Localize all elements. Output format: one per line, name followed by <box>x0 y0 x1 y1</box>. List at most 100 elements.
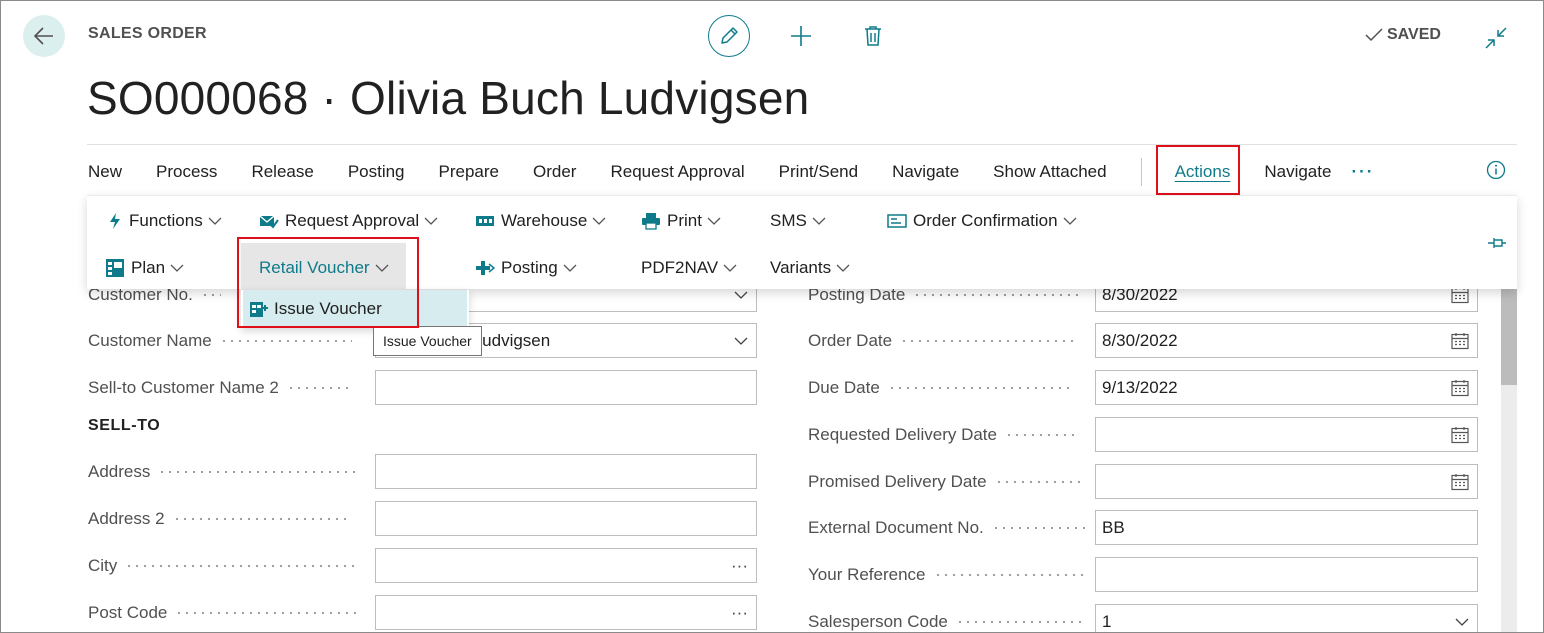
menu-warehouse[interactable]: Warehouse <box>475 211 606 231</box>
chevron-down-icon <box>1063 217 1077 225</box>
page-frame: SALES ORDER SO000068 · Olivia Buch Ludvi… <box>0 0 1544 633</box>
edit-button[interactable] <box>708 15 750 57</box>
chevron-down-icon <box>424 217 438 225</box>
chevron-down-icon <box>592 217 606 225</box>
city-field[interactable]: ··· <box>375 548 757 583</box>
issue-voucher-tooltip: Issue Voucher <box>373 326 482 356</box>
menu-issue-voucher[interactable]: Issue Voucher <box>243 290 467 328</box>
address-label: Address <box>88 462 359 482</box>
menu-sms-label: SMS <box>770 211 807 230</box>
more-actions-button[interactable]: ··· <box>1351 162 1374 182</box>
requested-delivery-date-label: Requested Delivery Date <box>808 425 1077 445</box>
action-order[interactable]: Order <box>533 162 576 182</box>
city-label: City <box>88 556 358 576</box>
action-navigate[interactable]: Navigate <box>892 162 959 182</box>
city-lookup-button[interactable]: ··· <box>731 549 748 582</box>
action-release[interactable]: Release <box>251 162 313 182</box>
retail-voucher-submenu: Issue Voucher <box>241 290 469 328</box>
menu-request-approval-label: Request Approval <box>285 211 420 230</box>
chevron-down-icon <box>734 337 748 345</box>
menu-variants-label: Variants <box>770 258 832 277</box>
chevron-down-icon <box>208 217 222 225</box>
post-code-lookup-button[interactable]: ··· <box>731 596 748 629</box>
chevron-down-icon <box>707 217 721 225</box>
menu-sms[interactable]: SMS <box>770 211 826 231</box>
menu-pdf2nav[interactable]: PDF2NAV <box>641 258 737 278</box>
address-field[interactable] <box>375 454 757 489</box>
external-document-no-field[interactable]: BB <box>1095 510 1478 545</box>
due-date-value: 9/13/2022 <box>1102 377 1178 397</box>
calendar-icon[interactable] <box>1451 379 1469 397</box>
menu-print[interactable]: Print <box>641 211 721 231</box>
header-toolbar <box>708 15 894 57</box>
checkmark-icon <box>1365 28 1383 42</box>
menu-posting[interactable]: Posting <box>475 258 577 278</box>
sell-to-name2-label: Sell-to Customer Name 2 <box>88 378 351 398</box>
page-title: SO000068 · Olivia Buch Ludvigsen <box>87 72 810 124</box>
sell-to-name2-field[interactable] <box>375 370 757 405</box>
menu-print-label: Print <box>667 211 702 230</box>
action-process[interactable]: Process <box>156 162 217 182</box>
menu-variants[interactable]: Variants <box>770 258 850 278</box>
order-date-value: 8/30/2022 <box>1102 330 1178 350</box>
scrollbar-thumb[interactable] <box>1501 289 1517 385</box>
menu-retail-voucher-label: Retail Voucher <box>259 258 370 277</box>
voucher-icon <box>250 302 268 317</box>
delete-button[interactable] <box>852 15 894 57</box>
action-bar: New Process Release Posting Prepare Orde… <box>88 158 1408 186</box>
collapse-button[interactable] <box>1485 27 1507 54</box>
back-button[interactable] <box>23 15 65 57</box>
action-new[interactable]: New <box>88 162 122 182</box>
menu-warehouse-label: Warehouse <box>501 211 588 230</box>
salesperson-code-value: 1 <box>1102 611 1112 631</box>
info-button[interactable] <box>1486 160 1506 185</box>
action-prepare[interactable]: Prepare <box>439 162 499 182</box>
trash-icon <box>865 26 881 46</box>
order-date-field[interactable]: 8/30/2022 <box>1095 323 1478 358</box>
page-caption: SALES ORDER <box>88 25 207 42</box>
document-icon <box>887 214 907 228</box>
chevron-down-icon <box>375 264 389 272</box>
chevron-down-icon <box>170 264 184 272</box>
salesperson-code-field[interactable]: 1 <box>1095 604 1478 632</box>
pin-icon <box>1488 238 1506 248</box>
calendar-icon[interactable] <box>1451 426 1469 444</box>
menu-request-approval[interactable]: Request Approval <box>259 211 438 231</box>
calendar-icon[interactable] <box>1451 473 1469 491</box>
back-arrow-icon <box>33 27 53 45</box>
title-separator <box>87 144 1517 145</box>
lightning-icon <box>110 213 120 229</box>
action-posting[interactable]: Posting <box>348 162 405 182</box>
due-date-field[interactable]: 9/13/2022 <box>1095 370 1478 405</box>
pin-menu-button[interactable] <box>1487 236 1507 255</box>
promised-delivery-date-field[interactable] <box>1095 464 1478 499</box>
menu-order-confirmation[interactable]: Order Confirmation <box>887 211 1077 231</box>
due-date-label: Due Date <box>808 378 1072 398</box>
action-request-approval[interactable]: Request Approval <box>610 162 744 182</box>
printer-icon <box>642 213 660 230</box>
menu-functions[interactable]: Functions <box>107 211 222 231</box>
saved-label: SAVED <box>1387 26 1441 43</box>
salesperson-code-label: Salesperson Code <box>808 612 1084 632</box>
address2-field[interactable] <box>375 501 757 536</box>
your-reference-field[interactable] <box>1095 557 1478 592</box>
your-reference-label: Your Reference <box>808 565 1086 585</box>
post-code-field[interactable]: ··· <box>375 595 757 630</box>
action-navigate-tab[interactable]: Navigate <box>1264 162 1331 182</box>
menu-plan-label: Plan <box>131 258 166 277</box>
chevron-down-icon <box>812 217 826 225</box>
collapse-icon <box>1485 27 1507 49</box>
action-show-attached[interactable]: Show Attached <box>993 162 1106 182</box>
requested-delivery-date-field[interactable] <box>1095 417 1478 452</box>
calendar-icon[interactable] <box>1451 332 1469 350</box>
info-icon <box>1486 160 1506 180</box>
chevron-down-icon <box>563 264 577 272</box>
pencil-icon <box>721 27 738 44</box>
action-actions-tab[interactable]: Actions <box>1175 162 1231 182</box>
menu-plan[interactable]: Plan <box>105 258 184 278</box>
menu-retail-voucher[interactable]: Retail Voucher <box>259 258 389 278</box>
new-button[interactable] <box>780 15 822 57</box>
menu-pdf2nav-label: PDF2NAV <box>641 258 719 277</box>
action-print-send[interactable]: Print/Send <box>779 162 858 182</box>
menu-functions-label: Functions <box>129 211 203 230</box>
